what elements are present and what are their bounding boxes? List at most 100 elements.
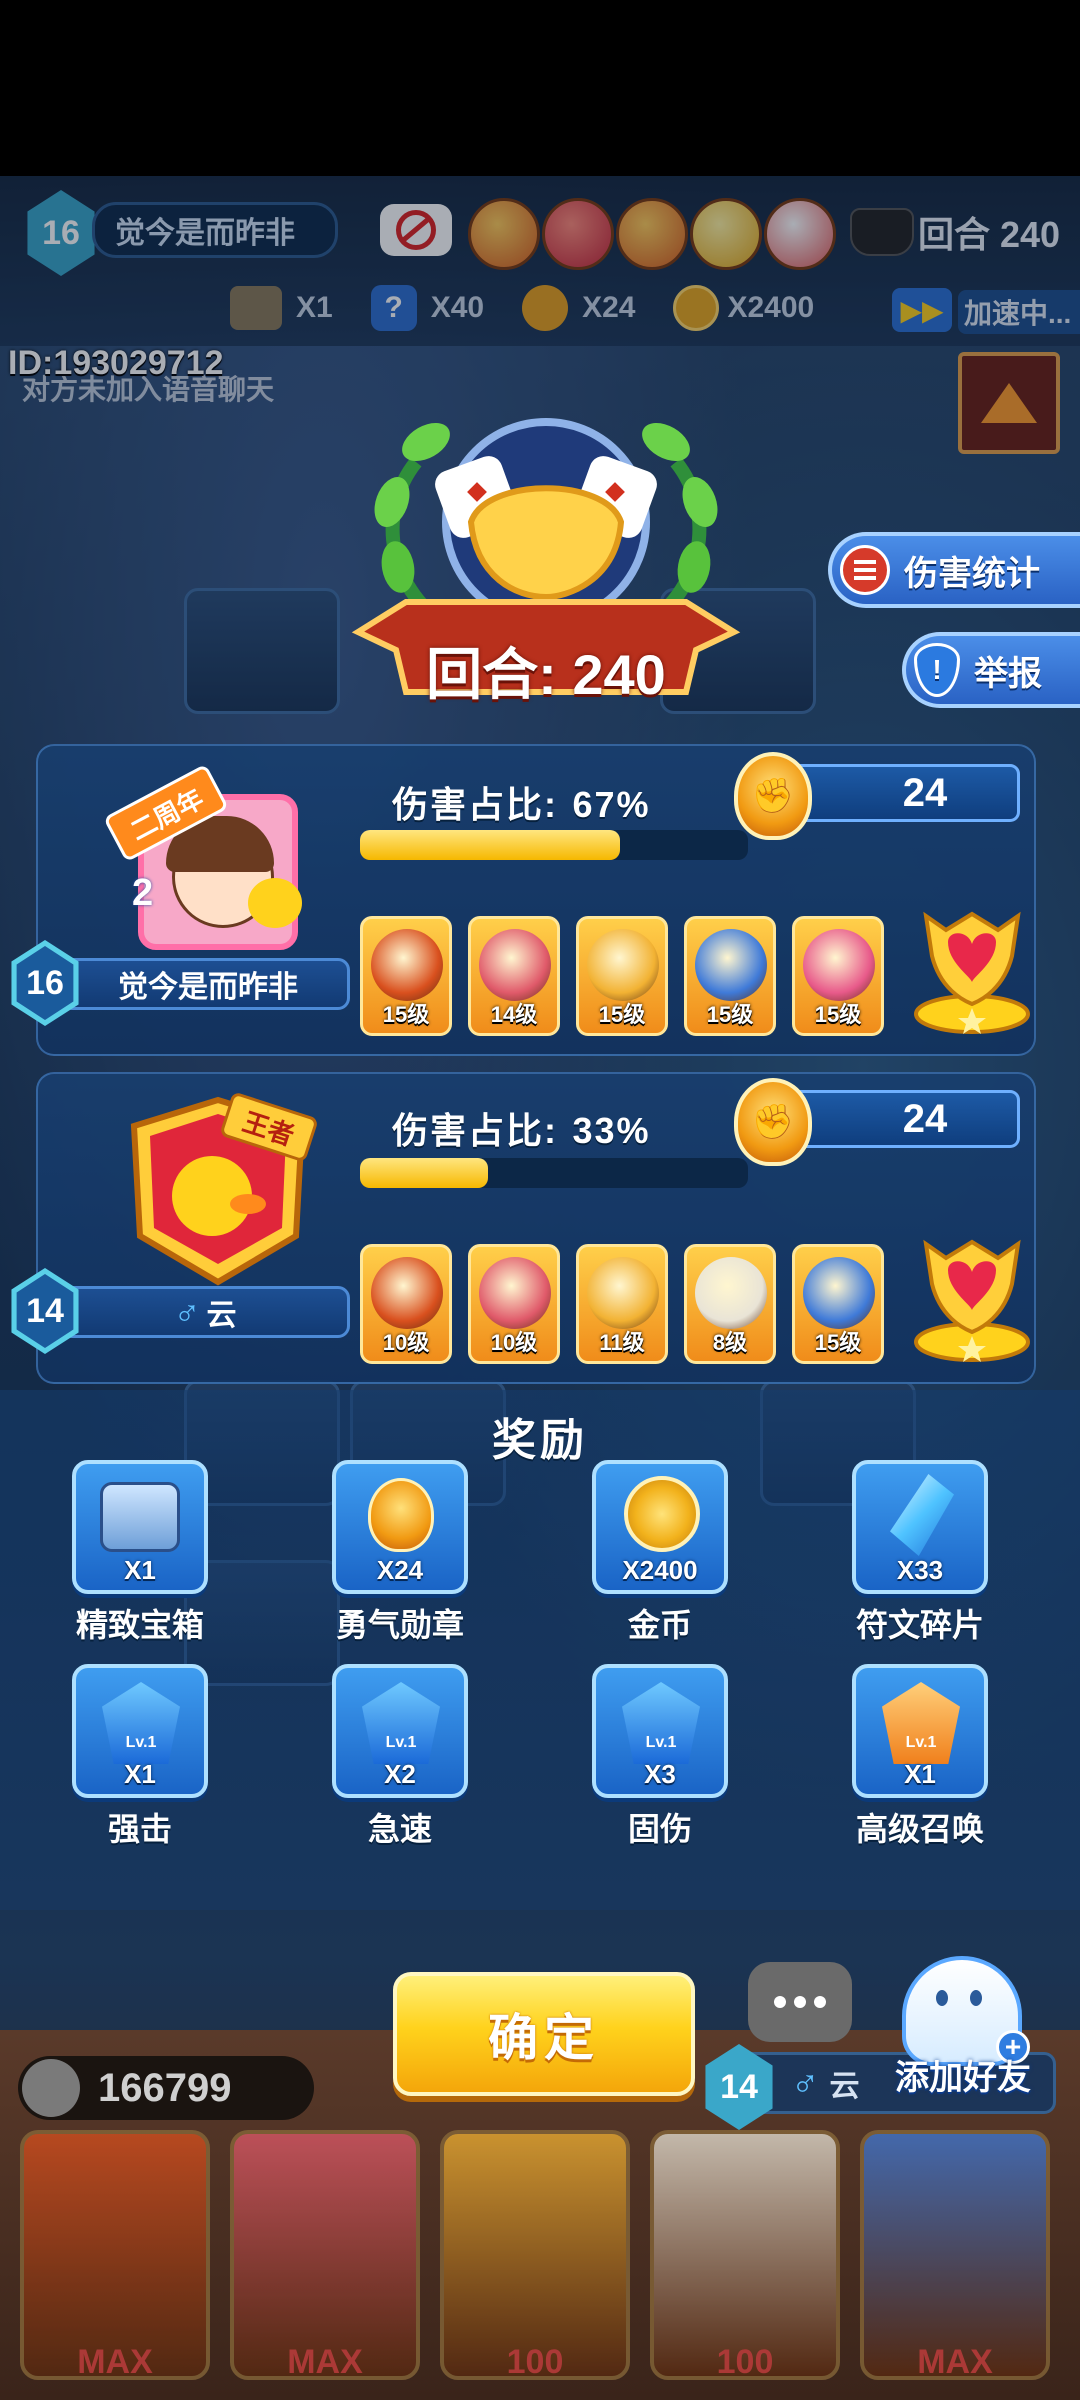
add-friend-button[interactable]: + 添加好友 [888,1950,1038,2100]
medal-icon: ✊ [734,752,812,840]
damage-share: 伤害占比: 33% [392,1102,651,1154]
male-icon: ♂ [791,2061,820,2104]
reward-quantity: X2400 [622,1555,698,1585]
hero-lineup: 10级 10级 11级 8级 15级 [360,1244,890,1368]
hero-card: 10级 [468,1244,560,1364]
reward-name: 高级召唤 [855,1811,984,1847]
player-level: 14 [26,1291,64,1330]
rune-haste-icon: Lv.1 [362,1682,440,1764]
shield-icon: ! [914,643,960,697]
reward-quantity: X24 [376,1555,424,1585]
damage-stats-label: 伤害统计 [904,554,1040,593]
medal-count: 24 [902,1096,948,1141]
chat-bubble-icon[interactable] [748,1962,852,2042]
report-label: 举报 [974,654,1042,693]
opponent-name: 云 [829,2070,860,2103]
reward-quantity: X3 [644,1759,676,1789]
damage-share: 伤害占比: 67% [392,776,651,828]
reward-name: 金币 [627,1607,692,1643]
bottom-card-tag: MAX [77,2343,153,2381]
damage-share-percent: 33% [572,1110,651,1151]
rune-strike-icon: Lv.1 [102,1682,180,1764]
damage-share-percent: 67% [572,784,651,825]
bottom-card-tag: 100 [716,2343,774,2381]
chest-icon [100,1482,180,1552]
bottom-card-tag: 100 [506,2343,564,2381]
reward-name: 固伤 [627,1811,692,1847]
reward-quantity: X1 [904,1759,936,1789]
round-title: 回合: 240 [426,643,666,706]
hero-card: 15级 [792,916,884,1036]
male-icon: ♂ [173,1291,201,1332]
rune-level: Lv.1 [385,1734,417,1751]
rune-shard-icon [890,1474,954,1556]
confirm-label: 确定 [488,2010,600,2066]
reward-name: 强击 [107,1811,172,1847]
report-button[interactable]: ! 举报 [902,632,1080,708]
medal-count: 24 [902,770,948,815]
hero-level: 15级 [814,1330,862,1355]
damage-share-label: 伤害占比: [392,784,558,825]
reward-quantity: X2 [384,1759,416,1789]
reward-name: 急速 [367,1811,432,1847]
hero-portrait [803,1257,875,1329]
bottom-card-row: MAX MAX 100 100 MAX [20,2130,1060,2400]
opponent-level: 14 [720,2067,758,2106]
hero-card: 10级 [360,1244,452,1364]
medal-icon [368,1478,434,1552]
hero-card: 14级 [468,916,560,1036]
bottom-hero-card: 100 [440,2130,630,2381]
reward-quantity: X1 [124,1759,156,1789]
player-level: 16 [26,963,64,1002]
damage-share-bar-fill [360,1158,489,1188]
confirm-button[interactable]: 确定 [393,1972,695,2096]
stats-list-icon [840,545,890,595]
bottom-hero-card: MAX [20,2130,210,2381]
player-name: 觉今是而昨非 [118,971,298,1004]
bottom-card-tag: MAX [287,2343,363,2381]
reward-item[interactable]: X24 [332,1460,468,1594]
rewards-title: 奖励 [492,1416,588,1465]
damage-share-bar-fill [360,830,620,860]
reward-item[interactable]: Lv.1 X2 [332,1664,468,1798]
hero-portrait [803,929,875,1001]
player-name-bar: 觉今是而昨非 [60,958,350,1010]
reward-name: 精致宝箱 [75,1607,204,1643]
rune-level: Lv.1 [905,1734,937,1751]
rune-summon-icon: Lv.1 [882,1682,960,1764]
medal-icon: ✊ [734,1078,812,1166]
reward-quantity: X1 [124,1555,156,1585]
hero-lineup: 15级 14级 15级 15级 15级 [360,916,890,1040]
bottom-hero-card: 100 [650,2130,840,2381]
reward-item[interactable]: X33 [852,1460,988,1594]
reward-item[interactable]: X2400 [592,1460,728,1594]
coin-total-bar: 166799 [18,2056,314,2120]
bottom-card-tag: MAX [917,2343,993,2381]
hero-portrait [371,1257,443,1329]
reward-item[interactable]: Lv.1 X1 [852,1664,988,1798]
reward-quantity: X33 [896,1555,944,1585]
coin-total: 166799 [98,2065,232,2110]
bottom-hero-card: MAX [860,2130,1050,2381]
damage-stats-button[interactable]: 伤害统计 [828,532,1080,608]
coin-icon [22,2059,80,2117]
damage-share-bar [360,830,748,860]
hero-card: 15级 [576,916,668,1036]
reward-item[interactable]: X1 [72,1460,208,1594]
hero-card: 8级 [684,1244,776,1364]
damage-share-bar [360,1158,748,1188]
add-friend-label: 添加好友 [895,2059,1031,2097]
hero-portrait [479,929,551,1001]
player-avatar: 二周年 2 [103,763,308,958]
medal-count-box: 24 [790,1090,1020,1148]
damage-share-label: 伤害占比: [392,1110,558,1151]
anniversary-number: 2 [132,872,154,914]
hero-level: 15级 [706,1002,754,1027]
hero-card: 15级 [792,1244,884,1364]
hero-portrait [479,1257,551,1329]
reward-item[interactable]: Lv.1 X3 [592,1664,728,1798]
player-name-bar: ♂ 云 [60,1286,350,1338]
hero-level: 14级 [490,1002,538,1027]
reward-item[interactable]: Lv.1 X1 [72,1664,208,1798]
hero-level: 15级 [382,1002,430,1027]
